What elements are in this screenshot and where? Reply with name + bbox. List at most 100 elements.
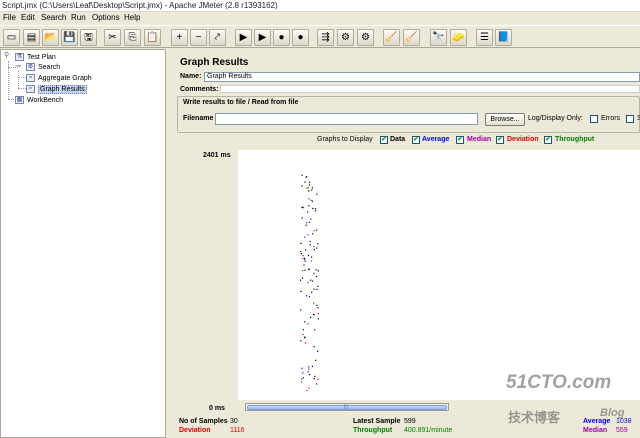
- graph-point: [314, 208, 317, 210]
- graph-point: [314, 329, 316, 331]
- remote-exit-button[interactable]: ⚙: [357, 29, 374, 46]
- paste-button[interactable]: 📋: [144, 29, 161, 46]
- graph-point: [304, 260, 306, 262]
- help-button[interactable]: 📘: [495, 29, 512, 46]
- menu-search[interactable]: Search: [41, 13, 66, 22]
- watermark-text: 51CTO.com: [506, 372, 612, 393]
- name-field[interactable]: Graph Results: [204, 72, 640, 82]
- clear-button[interactable]: 🧹: [383, 29, 400, 46]
- graph-point: [313, 302, 315, 304]
- copy-button[interactable]: ⎘: [124, 29, 141, 46]
- graph-point: [313, 272, 315, 274]
- graph-point: [308, 205, 310, 207]
- graph-point: [311, 200, 313, 202]
- browse-button[interactable]: Browse...: [485, 113, 525, 126]
- tree-item-workbench[interactable]: ▦ WorkBench: [15, 95, 63, 105]
- throughput-checkbox[interactable]: ✔: [544, 136, 552, 144]
- function-helper-button[interactable]: ☰: [476, 29, 493, 46]
- graph-point: [302, 255, 304, 257]
- graph-point: [302, 333, 304, 336]
- expand-icon: +: [176, 31, 183, 43]
- tree-item-search[interactable]: ⚙ Search: [26, 62, 60, 72]
- stop-icon: ●: [278, 31, 285, 43]
- tree-item-graph-results[interactable]: ≈ Graph Results: [26, 84, 87, 94]
- graph-point: [306, 295, 308, 297]
- save-test-button[interactable]: 🖫: [80, 29, 97, 46]
- graph-point: [300, 340, 302, 342]
- graph-point: [306, 176, 308, 178]
- toolbar: ▭ ▤ 📂 💾 🖫 ✂ ⎘ 📋 + − ⤤ ▶ ▶ ● ● ⇶ ⚙ ⚙ 🧹 🧹 🔭 🧽 ☰ 📘: [0, 25, 640, 48]
- shutdown-button[interactable]: ●: [292, 29, 309, 46]
- start-no-pause-button[interactable]: ▶: [254, 29, 271, 46]
- errors-checkbox[interactable]: [590, 115, 598, 123]
- graph-point: [304, 321, 306, 323]
- y-axis-min-label: 0 ms: [209, 405, 225, 412]
- graph-point: [311, 187, 313, 189]
- search-button[interactable]: 🔭: [430, 29, 447, 46]
- expand-button[interactable]: +: [171, 29, 188, 46]
- graph-point: [307, 187, 310, 189]
- graph-point: [311, 291, 313, 293]
- no-of-samples-value: 30: [230, 418, 238, 425]
- shutdown-icon: ●: [297, 31, 304, 43]
- successes-checkbox[interactable]: [626, 115, 634, 123]
- menu-help[interactable]: Help: [124, 13, 140, 22]
- graph-point: [317, 307, 319, 309]
- graph-point: [316, 383, 318, 385]
- graph-point: [317, 312, 319, 315]
- menu-edit[interactable]: Edit: [21, 13, 35, 22]
- templates-button[interactable]: ▤: [23, 29, 40, 46]
- throughput-value: 400.891/minute: [404, 427, 453, 434]
- save-button[interactable]: 💾: [61, 29, 78, 46]
- latest-sample-label: Latest Sample: [353, 418, 401, 425]
- graph-point: [310, 199, 312, 201]
- help-book-icon: 📘: [497, 31, 510, 43]
- graph-horizontal-scrollbar[interactable]: |||: [245, 403, 449, 411]
- median-checkbox[interactable]: ✔: [456, 136, 464, 144]
- data-checkbox[interactable]: ✔: [380, 136, 388, 144]
- graph-point: [300, 309, 302, 311]
- thread-group-icon: ⚙: [26, 63, 35, 71]
- start-button[interactable]: ▶: [235, 29, 252, 46]
- graph-point: [302, 270, 304, 272]
- scrollbar-grip-icon: |||: [344, 404, 348, 410]
- clear-all-button[interactable]: 🧹: [403, 29, 420, 46]
- tree-item-test-plan[interactable]: ⚗ Test Plan: [15, 52, 56, 62]
- reset-search-button[interactable]: 🧽: [450, 29, 467, 46]
- tree-item-aggregate-graph[interactable]: ≈ Aggregate Graph: [26, 73, 92, 83]
- graph-point: [308, 221, 311, 223]
- menu-file[interactable]: File: [3, 13, 16, 22]
- graph-point: [311, 256, 313, 258]
- binoculars-icon: 🔭: [432, 31, 445, 43]
- listener-icon: ≈: [26, 85, 35, 93]
- open-button[interactable]: 📂: [42, 29, 59, 46]
- median-label: Median: [583, 427, 608, 434]
- graph-point: [308, 198, 310, 200]
- split-pane-divider[interactable]: [166, 49, 175, 438]
- comments-field[interactable]: [220, 85, 640, 93]
- new-button[interactable]: ▭: [3, 29, 20, 46]
- tree-item-label: Graph Results: [38, 84, 87, 94]
- toggle-button[interactable]: ⤤: [209, 29, 226, 46]
- graph-point: [309, 240, 311, 243]
- graph-point: [301, 185, 303, 187]
- stop-button[interactable]: ●: [273, 29, 290, 46]
- graph-point: [310, 316, 312, 318]
- deviation-checkbox[interactable]: ✔: [496, 136, 504, 144]
- remote-start-button[interactable]: ⇶: [317, 29, 334, 46]
- collapse-button[interactable]: −: [190, 29, 207, 46]
- filename-input[interactable]: [215, 113, 478, 125]
- median-value: 559: [616, 427, 628, 434]
- remote-stop-button[interactable]: ⚙: [337, 29, 354, 46]
- graph-point: [313, 288, 315, 290]
- tree-expand-handle[interactable]: ⚲: [4, 51, 9, 59]
- graph-point: [316, 229, 318, 231]
- menu-run[interactable]: Run: [71, 13, 86, 22]
- start-no-pause-icon: ▶: [258, 31, 267, 43]
- tree-collapse-handle[interactable]: ⊸: [15, 62, 21, 70]
- average-checkbox[interactable]: ✔: [412, 136, 420, 144]
- menu-options[interactable]: Options: [92, 13, 120, 22]
- cut-button[interactable]: ✂: [104, 29, 121, 46]
- write-results-group: Write results to file / Read from file F…: [177, 96, 640, 133]
- test-plan-tree: ⚲ ⚗ Test Plan ⊸ ⚙ Search ≈ Aggregate Gra…: [0, 49, 166, 438]
